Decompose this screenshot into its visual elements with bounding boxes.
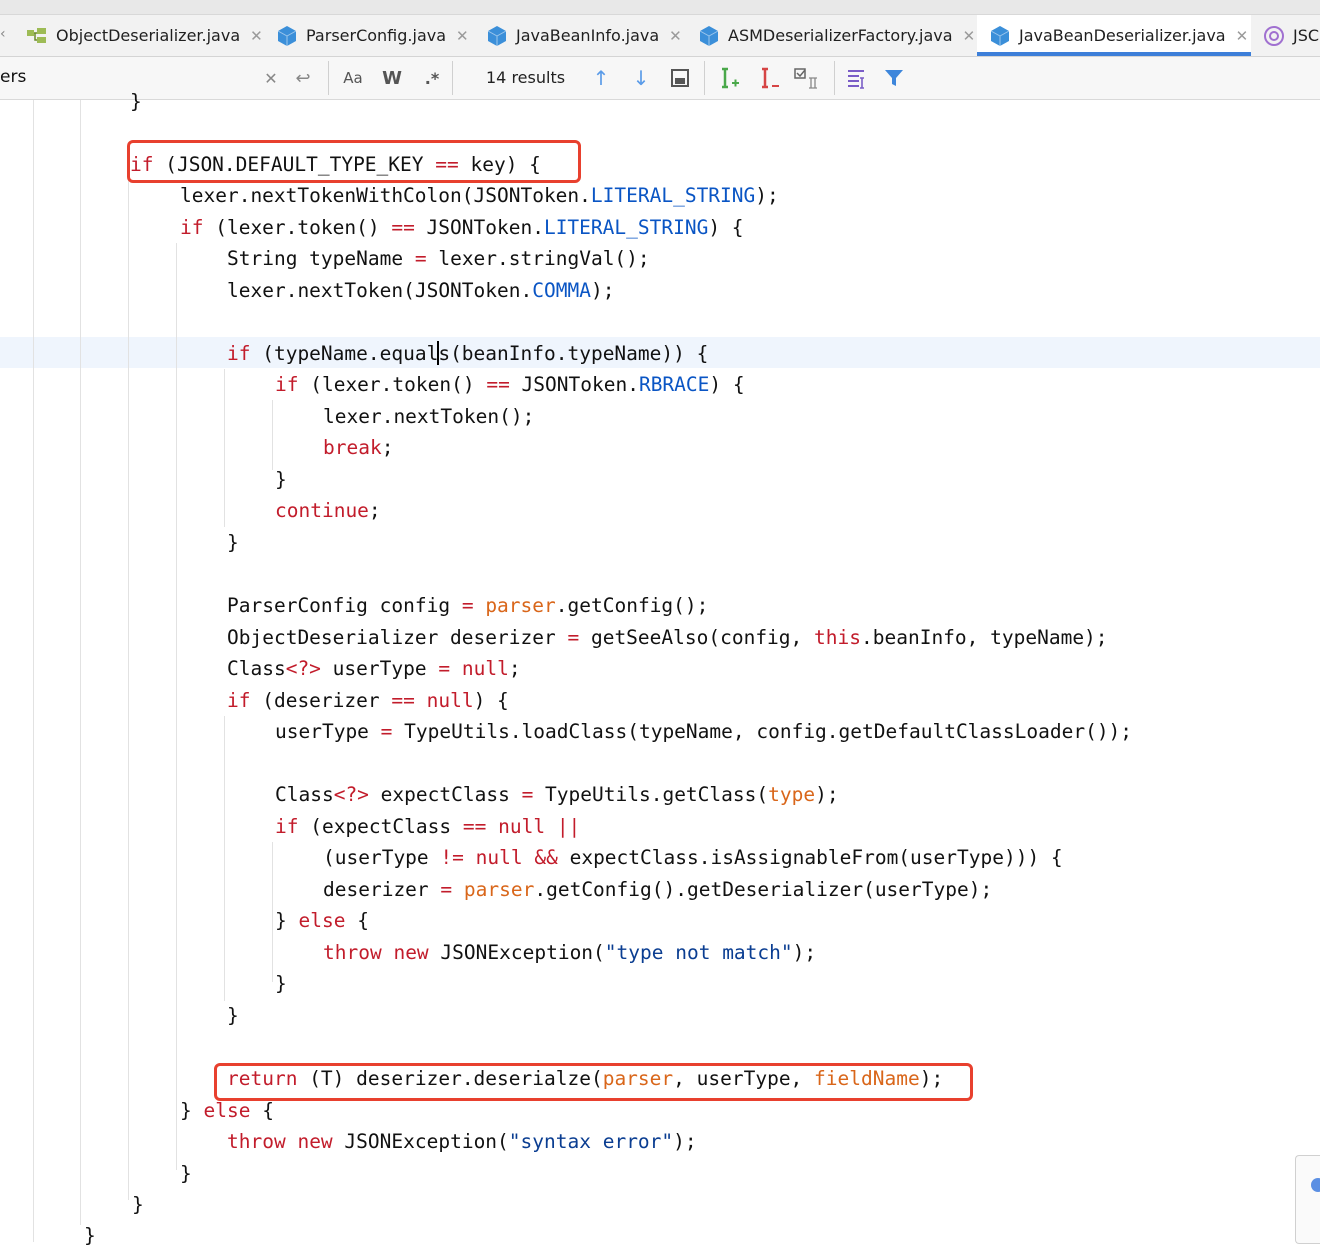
tab-label: JavaBeanDeserializer.java <box>1019 26 1226 45</box>
match-case-toggle[interactable]: Aa <box>340 65 366 91</box>
code-line: (userType != null && expectClass.isAssig… <box>323 846 1063 869</box>
highlight-box-type-key-check <box>127 140 581 183</box>
results-count: 14 results <box>486 68 566 87</box>
code-line: throw new JSONException("type not match"… <box>323 941 817 964</box>
code-line: } <box>275 972 287 995</box>
code-line: if (lexer.token() == JSONToken.LITERAL_S… <box>180 216 744 239</box>
close-icon[interactable]: ✕ <box>456 27 469 45</box>
code-line: userType = TypeUtils.loadClass(typeName,… <box>275 720 1133 743</box>
code-line: ObjectDeserializer deserizer = getSeeAls… <box>227 626 1108 649</box>
indent-guide <box>80 100 81 1225</box>
code-line: lexer.nextToken(JSONToken.COMMA); <box>227 279 615 302</box>
code-line: deserizer = parser.getConfig().getDeseri… <box>323 878 993 901</box>
separator <box>328 61 329 95</box>
indent-guide <box>128 180 129 1200</box>
code-line: if (lexer.token() == JSONToken.RBRACE) { <box>275 373 745 396</box>
code-line: lexer.nextTokenWithColon(JSONToken.LITER… <box>180 184 779 207</box>
tab-object-deserializer[interactable]: ObjectDeserializer.java ✕ <box>26 15 263 56</box>
add-occurrence-icon[interactable] <box>716 65 742 91</box>
class-icon <box>486 25 508 47</box>
code-line: } else { <box>275 909 369 932</box>
close-icon[interactable]: ✕ <box>963 27 976 45</box>
clear-search-icon[interactable]: ✕ <box>262 65 280 91</box>
editor-tab-bar: ‹ ObjectDeserializer.java ✕ ParserConfig… <box>0 0 1320 57</box>
next-occurrence-icon[interactable]: ↓ <box>630 65 652 91</box>
annotation-icon <box>1263 25 1285 47</box>
code-line: Class<?> expectClass = TypeUtils.getClas… <box>275 783 839 806</box>
tab-java-bean-info[interactable]: JavaBeanInfo.java ✕ <box>486 15 682 56</box>
code-line: Class<?> userType = null; <box>227 657 521 680</box>
select-all-occurrences-icon[interactable] <box>668 65 692 91</box>
indent-guide <box>224 369 225 527</box>
tab-label: JSC <box>1293 26 1320 45</box>
indent-guide <box>224 716 225 1001</box>
code-line: } <box>132 1193 144 1216</box>
regex-toggle[interactable]: .* <box>420 65 444 91</box>
class-icon <box>698 25 720 47</box>
indent-guide <box>33 100 34 1242</box>
separator <box>452 61 453 95</box>
search-input[interactable]: ers <box>0 67 26 87</box>
code-line: } <box>227 531 239 554</box>
indent-guide <box>272 400 273 470</box>
remove-occurrence-icon[interactable] <box>756 65 782 91</box>
filter-lines-icon[interactable] <box>844 65 870 91</box>
inspection-widget[interactable] <box>1295 1155 1320 1244</box>
breadcrumb-strip <box>0 0 1320 15</box>
find-bar: ers ✕ ↩ Aa W .* 14 results ↑ ↓ <box>0 57 1320 100</box>
new-line-icon[interactable]: ↩ <box>292 65 314 91</box>
tab-label: ObjectDeserializer.java <box>56 26 241 45</box>
text-cursor <box>437 341 440 365</box>
code-line: if (typeName.equals(beanInfo.typeName)) … <box>227 341 709 365</box>
select-all-occurrences-toggle-icon[interactable] <box>792 65 822 91</box>
close-icon[interactable]: ✕ <box>250 27 263 45</box>
close-icon[interactable]: ✕ <box>1236 27 1249 45</box>
status-dot-icon <box>1311 1178 1320 1192</box>
code-editor[interactable]: } if (JSON.DEFAULT_TYPE_KEY == key) { le… <box>0 90 1320 1247</box>
code-line: } <box>275 468 287 491</box>
tab-jsc[interactable]: JSC <box>1263 15 1319 56</box>
tab-parser-config[interactable]: ParserConfig.java ✕ <box>276 15 469 56</box>
code-line: } <box>130 90 142 113</box>
whole-words-toggle[interactable]: W <box>380 65 404 91</box>
filter-icon[interactable] <box>882 65 906 91</box>
indent-guide <box>176 243 177 1163</box>
class-icon <box>276 25 298 47</box>
tab-label: ASMDeserializerFactory.java <box>728 26 953 45</box>
code-line: } <box>180 1162 192 1185</box>
code-line: ParserConfig config = parser.getConfig()… <box>227 594 709 617</box>
class-icon <box>989 25 1011 47</box>
tab-label: ParserConfig.java <box>306 26 447 45</box>
code-line: String typeName = lexer.stringVal(); <box>227 247 650 270</box>
indent-guide <box>272 842 273 982</box>
separator <box>834 61 835 95</box>
tab-asm-deserializer-factory[interactable]: ASMDeserializerFactory.java ✕ <box>698 15 975 56</box>
separator <box>704 61 705 95</box>
code-line: break; <box>323 436 394 459</box>
indent-guide <box>176 1130 177 1170</box>
code-line: continue; <box>275 499 381 522</box>
tab-label: JavaBeanInfo.java <box>516 26 660 45</box>
tabs-scroll-left-icon[interactable]: ‹ <box>0 26 6 42</box>
code-line: if (deserizer == null) { <box>227 689 509 712</box>
structure-icon <box>26 25 48 47</box>
highlight-box-return-deserialize <box>214 1063 973 1101</box>
code-line: throw new JSONException("syntax error"); <box>227 1130 697 1153</box>
previous-occurrence-icon[interactable]: ↑ <box>590 65 612 91</box>
tab-java-bean-deserializer[interactable]: JavaBeanDeserializer.java ✕ <box>977 15 1251 56</box>
code-line: } <box>84 1224 96 1247</box>
code-line: lexer.nextToken(); <box>323 405 535 428</box>
code-line: } <box>227 1004 239 1027</box>
code-line: if (expectClass == null || <box>275 815 581 838</box>
close-icon[interactable]: ✕ <box>669 27 682 45</box>
